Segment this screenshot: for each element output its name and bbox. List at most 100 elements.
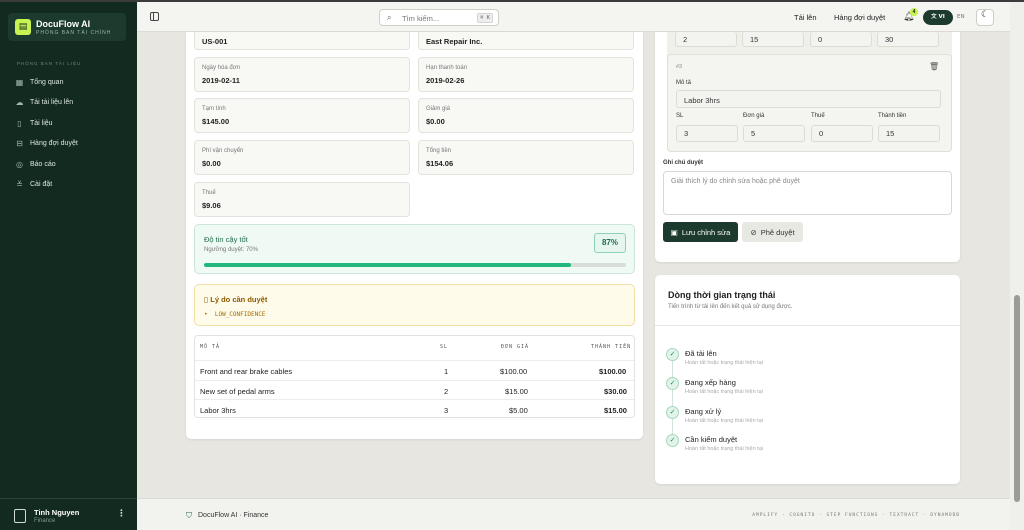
field-label: Giảm giá: [426, 106, 451, 112]
check-circle-icon: ✓: [666, 406, 679, 419]
line-item-index: #3: [676, 64, 683, 70]
field-value: $145.00: [202, 117, 230, 126]
unit-price-input[interactable]: 5: [743, 125, 805, 142]
cell-unit-price: $15.00: [505, 387, 528, 396]
cell-amount: $100.00: [599, 367, 627, 376]
field-tax[interactable]: Thuế $9.06: [194, 182, 410, 217]
prev-row-amount-input[interactable]: 30: [877, 32, 939, 47]
divider: [655, 325, 960, 326]
timeline-subtitle: Tiến trình từ tải lên đến kết quả sử dụn…: [668, 304, 793, 310]
sidebar-item-label: Báo cáo: [30, 160, 56, 168]
table-header-amount: THÀNH TIỀN: [591, 344, 632, 350]
line-item-3: #3 🗑︎ Mô tả Labor 3hrs SL Đơn giá Thuế T…: [667, 54, 952, 152]
status-timeline-card: Dòng thời gian trạng thái Tiến trình từ …: [655, 275, 960, 484]
table-header-unit-price: ĐƠN GIÁ: [501, 344, 530, 350]
save-edits-button[interactable]: ▣ Lưu chỉnh sửa: [663, 222, 738, 242]
qty-input[interactable]: 3: [676, 125, 738, 142]
sidebar-item-upload[interactable]: ☁ Tải tài liệu lên: [15, 95, 74, 109]
document-icon: ▯: [17, 118, 22, 128]
review-reason-title: ▯ Lý do cần duyệt: [204, 295, 267, 304]
field-shipping[interactable]: Phí vận chuyển $0.00: [194, 140, 410, 175]
language-toggle-en[interactable]: EN: [957, 14, 965, 20]
review-reason-panel: ▯ Lý do cần duyệt • LOW_CONFIDENCE: [194, 284, 635, 326]
cell-qty: 1: [444, 367, 449, 376]
language-toggle-vi[interactable]: 文 VI: [923, 10, 953, 25]
amount-input[interactable]: 15: [878, 125, 940, 142]
sidebar-item-review-queue[interactable]: ⊟ Hàng đợi duyệt: [15, 136, 78, 150]
sidebar-item-documents[interactable]: ▯ Tài liệu: [15, 116, 52, 130]
user-role: Finance: [34, 518, 56, 524]
sidebar-item-label: Tổng quan: [30, 78, 64, 86]
cell-description: Front and rear brake cables: [200, 367, 293, 376]
search-input[interactable]: ⌕ Tìm kiếm... ⌘ K: [379, 9, 499, 26]
prev-row-qty-input[interactable]: 2: [675, 32, 737, 47]
cell-amount: $30.00: [604, 387, 627, 396]
field-invoice-number[interactable]: US-001: [194, 32, 410, 50]
header-review-queue-link[interactable]: Hàng đợi duyệt: [834, 13, 885, 22]
extracted-data-card: US-001 East Repair Inc. Ngày hóa đơn 201…: [186, 32, 643, 439]
top-header: ⌕ Tìm kiếm... ⌘ K Tải lên Hàng đợi duyệt…: [137, 2, 1010, 32]
brand[interactable]: ▤ DocuFlow AI PHÒNG BAN TÀI CHÍNH: [8, 13, 126, 41]
scrollbar[interactable]: [1010, 2, 1024, 530]
timeline-step-desc: Hoàn tất hoặc trạng thái hiện tại: [685, 418, 763, 424]
field-label: Phí vận chuyển: [202, 148, 244, 154]
field-invoice-date[interactable]: Ngày hóa đơn 2019-02-11: [194, 57, 410, 92]
moon-icon[interactable]: ☾: [976, 9, 994, 26]
field-total[interactable]: Tổng tiền $154.06: [418, 140, 634, 175]
confidence-progress-fill: [204, 263, 572, 267]
chart-icon: ◎: [16, 159, 23, 169]
review-reason-label: Lý do cần duyệt: [210, 295, 268, 304]
field-value: $9.06: [202, 201, 221, 210]
sidebar-item-settings[interactable]: ≚ Cài đặt: [15, 177, 52, 191]
brand-name: DocuFlow AI: [36, 19, 91, 29]
field-value: $0.00: [202, 159, 221, 168]
table-row[interactable]: New set of pedal arms 2 $15.00 $30.00: [195, 380, 634, 399]
cell-description: Labor 3hrs: [200, 406, 236, 415]
field-label: Thuế: [202, 190, 216, 196]
timeline-step-name: Đang xử lý: [685, 407, 722, 416]
footer: ⛉ DocuFlow AI · Finance AMPLIFY · COGNIT…: [137, 498, 1010, 530]
cell-qty: 3: [444, 406, 449, 415]
scrollbar-thumb[interactable]: [1014, 295, 1020, 502]
more-vertical-icon[interactable]: ⋮: [117, 509, 126, 519]
review-notes-textarea[interactable]: Giải thích lý do chỉnh sửa hoặc phê duyệ…: [663, 171, 952, 215]
description-label: Mô tả: [676, 80, 692, 86]
search-shortcut: ⌘ K: [477, 13, 493, 23]
field-label: Hạn thanh toán: [426, 65, 468, 71]
field-value: 2019-02-11: [202, 76, 240, 85]
brand-subtitle: PHÒNG BAN TÀI CHÍNH: [36, 30, 112, 36]
timeline-step-name: Cần kiểm duyệt: [685, 435, 738, 444]
approve-label: Phê duyệt: [760, 227, 795, 237]
check-circle-icon: ✓: [666, 377, 679, 390]
sidebar-item-overview[interactable]: ▦ Tổng quan: [15, 75, 64, 89]
confidence-title: Độ tin cậy tốt: [204, 235, 248, 244]
field-due-date[interactable]: Hạn thanh toán 2019-02-26: [418, 57, 634, 92]
user-profile[interactable]: Tinh Nguyen Finance ⋮: [0, 498, 137, 530]
sidebar-toggle-icon[interactable]: [150, 12, 159, 21]
timeline-step-name: Đang xếp hàng: [685, 378, 736, 387]
field-subtotal[interactable]: Tạm tính $145.00: [194, 98, 410, 133]
approve-button[interactable]: ⊘ Phê duyệt: [742, 222, 803, 242]
document-warning-icon: ▯: [204, 295, 209, 304]
header-upload-link[interactable]: Tải lên: [794, 13, 817, 22]
timeline-title: Dòng thời gian trạng thái: [668, 290, 776, 300]
sidebar-item-label: Hàng đợi duyệt: [30, 139, 78, 147]
inbox-icon: ⊟: [16, 138, 23, 148]
amount-label: Thành tiền: [878, 113, 907, 119]
table-row[interactable]: Front and rear brake cables 1 $100.00 $1…: [195, 360, 634, 379]
trash-icon[interactable]: 🗑︎: [929, 62, 939, 71]
prev-row-tax-input[interactable]: 0: [810, 32, 872, 47]
tax-input[interactable]: 0: [811, 125, 873, 142]
review-notes-placeholder: Giải thích lý do chỉnh sửa hoặc phê duyệ…: [671, 178, 800, 185]
field-discount[interactable]: Giảm giá $0.00: [418, 98, 634, 133]
grid-icon: ▦: [15, 77, 24, 87]
field-vendor[interactable]: East Repair Inc.: [418, 32, 634, 50]
sliders-icon: ≚: [16, 179, 23, 189]
sidebar: ▤ DocuFlow AI PHÒNG BAN TÀI CHÍNH PHÒNG …: [0, 2, 137, 530]
sidebar-item-reports[interactable]: ◎ Báo cáo: [15, 157, 56, 171]
description-input[interactable]: Labor 3hrs: [676, 90, 941, 108]
field-value: $0.00: [426, 117, 445, 126]
prev-row-price-input[interactable]: 15: [742, 32, 804, 47]
table-row[interactable]: Labor 3hrs 3 $5.00 $15.00: [195, 399, 634, 418]
footer-tech-stack: AMPLIFY · COGNITO · STEP FUNCTIONS · TEX…: [752, 513, 960, 518]
